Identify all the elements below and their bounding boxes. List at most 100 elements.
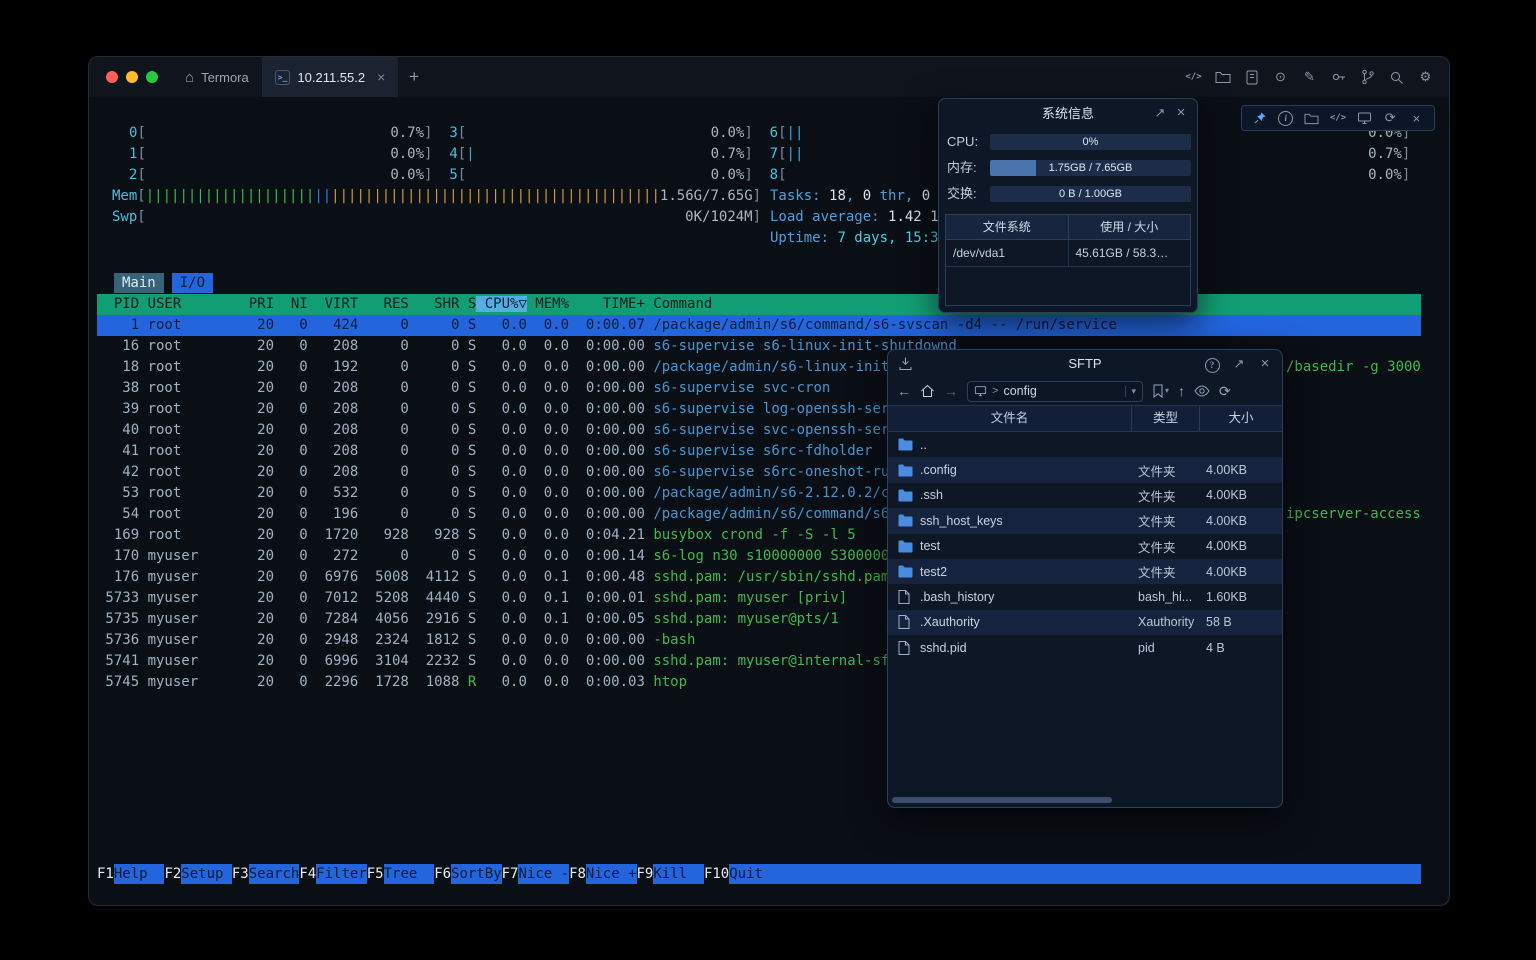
horizontal-scrollbar[interactable]: [890, 797, 1280, 804]
file-name: sshd.pid: [920, 641, 967, 655]
sftp-title: SFTP: [1068, 356, 1101, 371]
current-path: config: [1003, 384, 1036, 398]
folder-icon: [898, 464, 913, 477]
fkey-action-button[interactable]: Help: [114, 864, 165, 884]
file-row[interactable]: test文件夹4.00KB: [888, 534, 1282, 559]
up-directory-icon[interactable]: ↑: [1178, 383, 1185, 399]
folder-icon[interactable]: [1303, 110, 1320, 127]
branch-icon[interactable]: [1359, 69, 1376, 86]
minimize-window-button[interactable]: [126, 71, 138, 83]
help-icon[interactable]: ?: [1204, 356, 1220, 373]
system-info-panel: 系统信息 ↗ × CPU: 0% 内存: 1.75GB / 7.65GB 交换:…: [938, 98, 1198, 313]
fkey-action-button[interactable]: Kill: [653, 864, 704, 884]
search-icon[interactable]: [1388, 69, 1405, 86]
fkey-action-button[interactable]: Setup: [181, 864, 232, 884]
fkey-action-button[interactable]: Search: [249, 864, 300, 884]
close-tab-icon[interactable]: ×: [377, 69, 385, 85]
path-breadcrumb[interactable]: > config ▾: [967, 381, 1143, 402]
fkey-action-button[interactable]: SortBy: [451, 864, 502, 884]
zoom-window-button[interactable]: [146, 71, 158, 83]
file-name: ..: [920, 438, 927, 452]
file-row[interactable]: .XauthorityXauthority58 B: [888, 610, 1282, 635]
file-type: 文件夹: [1132, 562, 1200, 581]
fkey-label: F5: [367, 864, 384, 884]
key-icon[interactable]: [1330, 69, 1347, 86]
file-row[interactable]: test2文件夹4.00KB: [888, 559, 1282, 584]
file-name: ssh_host_keys: [920, 514, 1003, 528]
journal-icon[interactable]: [1243, 69, 1260, 86]
swap-usage-row: 交换: 0 B / 1.00GB: [945, 186, 1191, 202]
close-icon[interactable]: ×: [1173, 105, 1189, 120]
memory-meter: Mem[||||||||||||||||||||||||||||||||||||…: [112, 186, 761, 207]
info-icon[interactable]: i: [1277, 110, 1294, 127]
fkey-label: F2: [164, 864, 181, 884]
col-usage-size: 使用 / 大小: [1069, 215, 1191, 239]
refresh-icon[interactable]: ⟳: [1382, 110, 1399, 127]
code-icon[interactable]: </>: [1330, 110, 1347, 127]
memory-usage-value: 1.75GB / 7.65GB: [990, 160, 1191, 176]
home-icon[interactable]: [920, 384, 935, 398]
pin-icon[interactable]: [1251, 110, 1268, 127]
file-row[interactable]: ssh_host_keys文件夹4.00KB: [888, 508, 1282, 533]
back-icon[interactable]: ←: [897, 383, 911, 399]
tab-home[interactable]: ⌂ Termora: [172, 57, 262, 97]
tab-session[interactable]: >_ 10.211.55.2 ×: [262, 57, 399, 97]
fkey-action-button[interactable]: Nice -: [518, 864, 569, 884]
file-size: 4.00KB: [1200, 565, 1282, 579]
tasks-summary: Tasks: 18, 0 thr, 0: [770, 186, 930, 207]
htop-tab-io[interactable]: I/O: [172, 273, 213, 293]
cpu-usage-bar: 0%: [990, 134, 1191, 150]
file-size: 4 B: [1200, 641, 1282, 655]
refresh-icon[interactable]: ⟳: [1219, 383, 1231, 399]
file-row[interactable]: .ssh文件夹4.00KB: [888, 483, 1282, 508]
code-icon[interactable]: </>: [1185, 69, 1202, 86]
cpu-usage-value: 0%: [990, 134, 1191, 150]
file-name: .config: [920, 463, 957, 477]
traffic-lights: [89, 71, 172, 83]
fkey-action-button[interactable]: Quit: [729, 864, 780, 884]
file-row[interactable]: ..: [888, 432, 1282, 457]
file-row[interactable]: sshd.pidpid4 B: [888, 635, 1282, 660]
htop-tab-main[interactable]: Main: [114, 273, 164, 293]
col-type[interactable]: 类型: [1132, 406, 1200, 431]
tab-bar: ⌂ Termora >_ 10.211.55.2 × + </> ⊙ ✎ ⚙: [89, 57, 1449, 97]
htop-function-bar: F1Help F2Setup F3SearchF4FilterF5Tree F6…: [97, 864, 1421, 884]
swap-meter: Swp[ 0K/1024M]: [112, 207, 761, 228]
process-row[interactable]: 1 root 20 0 424 0 0 S 0.0 0.0 0:00.07 /p…: [97, 315, 1421, 336]
col-size[interactable]: 大小: [1200, 406, 1282, 431]
show-hidden-icon[interactable]: [1194, 385, 1210, 397]
tab-label: 10.211.55.2: [297, 70, 365, 85]
download-icon[interactable]: [898, 356, 913, 371]
open-in-window-icon[interactable]: ↗: [1231, 356, 1247, 371]
process-table-header[interactable]: PID USER PRI NI VIRT RES SHR S CPU%▽ MEM…: [97, 294, 1421, 315]
cpu-meter-row: 2[ 0.0%] 5[ 0.0%] 8[ 0.0%]: [129, 165, 1410, 186]
file-name: .ssh: [920, 488, 943, 502]
open-in-window-icon[interactable]: ↗: [1152, 105, 1168, 120]
settings-icon[interactable]: ⚙: [1417, 69, 1434, 86]
home-icon: ⌂: [185, 69, 194, 86]
col-filename[interactable]: 文件名: [888, 406, 1132, 431]
fkey-action-button[interactable]: Nice +: [586, 864, 637, 884]
file-row[interactable]: .config文件夹4.00KB: [888, 457, 1282, 482]
file-table-header: 文件名 类型 大小: [888, 405, 1282, 432]
monitor-icon[interactable]: [1356, 110, 1373, 127]
file-row[interactable]: .bash_historybash_hi...1.60KB: [888, 584, 1282, 609]
folder-icon[interactable]: [1214, 69, 1231, 86]
fkey-action-button[interactable]: Filter: [316, 864, 367, 884]
memory-label: 内存:: [947, 160, 977, 176]
filesystem-row[interactable]: /dev/vda1 45.61GB / 58.3…: [946, 240, 1190, 267]
close-icon[interactable]: ×: [1257, 356, 1273, 371]
file-list: ...config文件夹4.00KB.ssh文件夹4.00KBssh_host_…: [888, 432, 1282, 661]
close-icon[interactable]: ×: [1408, 110, 1425, 127]
close-window-button[interactable]: [106, 71, 118, 83]
main-toolbar: </> ⊙ ✎ ⚙: [1185, 69, 1449, 86]
scrollbar-thumb[interactable]: [892, 797, 1112, 803]
edit-icon[interactable]: ✎: [1301, 69, 1318, 86]
bookmark-icon[interactable]: ▾: [1152, 383, 1169, 399]
memory-usage-row: 内存: 1.75GB / 7.65GB: [945, 160, 1191, 176]
new-tab-button[interactable]: +: [398, 67, 430, 87]
record-icon[interactable]: ⊙: [1272, 69, 1289, 86]
forward-icon[interactable]: →: [944, 383, 958, 399]
fkey-action-button[interactable]: Tree: [384, 864, 435, 884]
chevron-down-icon[interactable]: ▾: [1125, 386, 1136, 397]
